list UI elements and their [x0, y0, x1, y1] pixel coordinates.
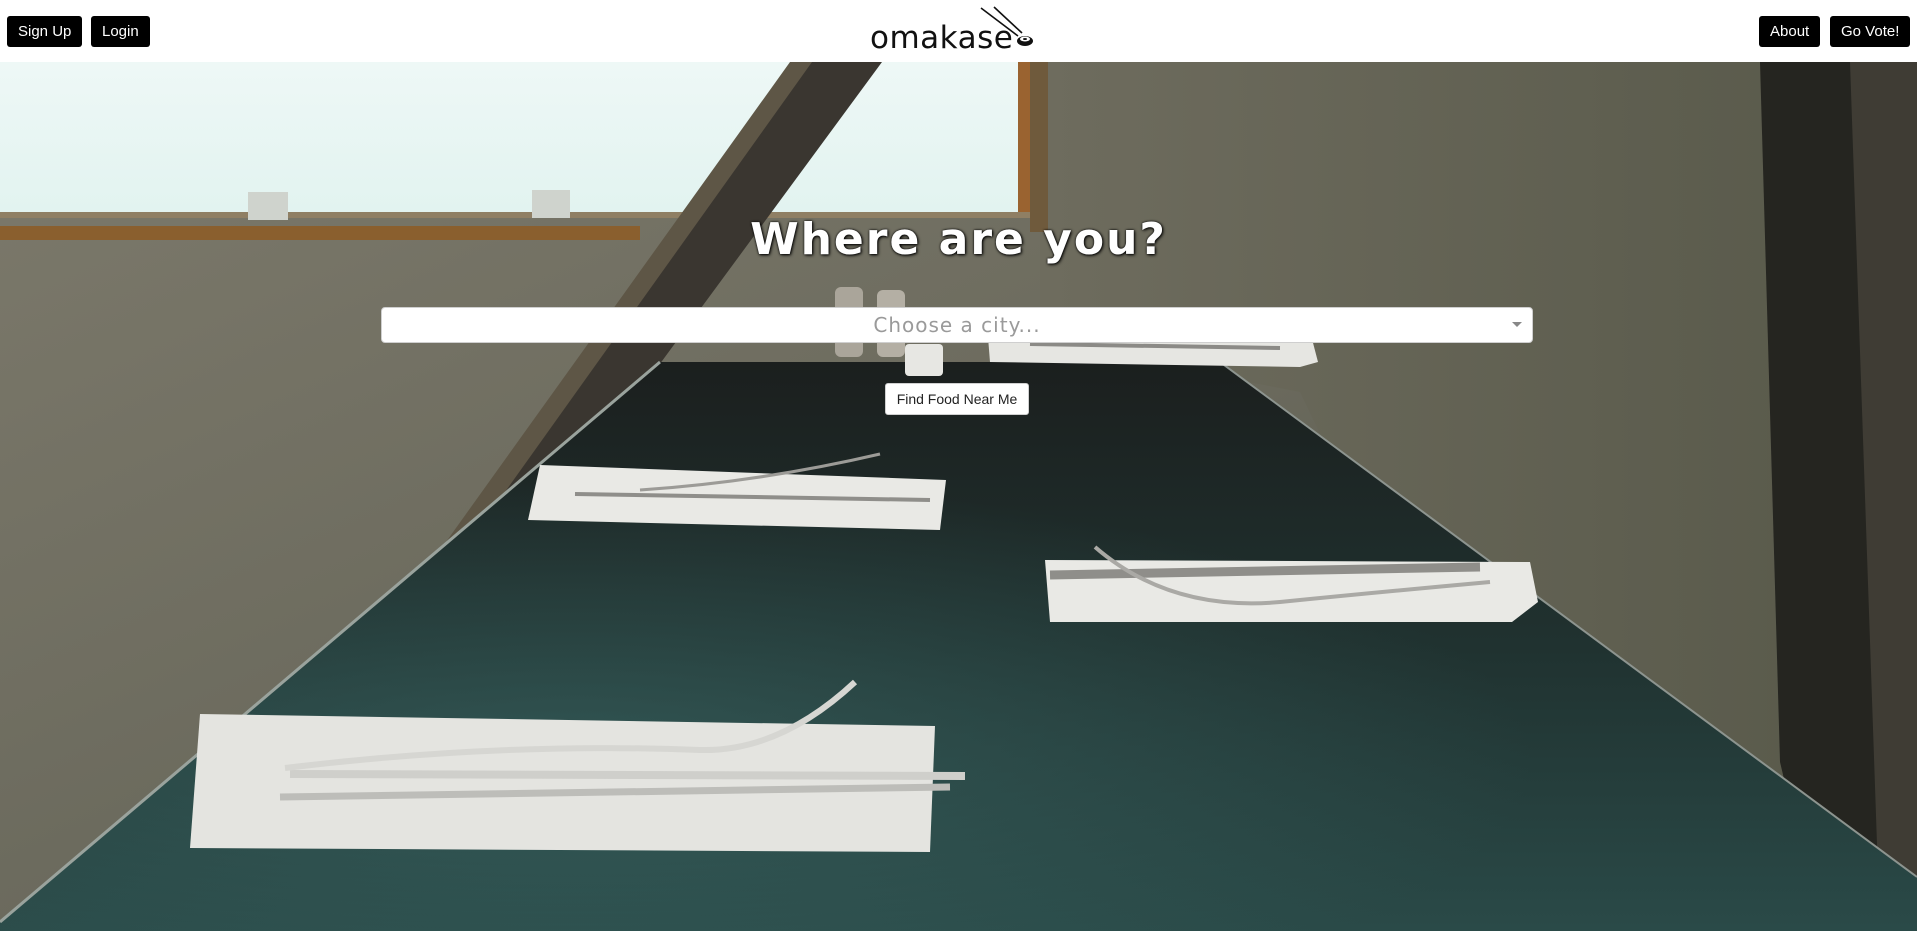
restaurant-table-photo: [0, 62, 1917, 931]
find-food-near-me-button[interactable]: Find Food Near Me: [885, 383, 1029, 415]
city-select-placeholder: Choose a city...: [873, 313, 1041, 337]
omakase-logo[interactable]: omakase: [870, 6, 1050, 56]
login-button[interactable]: Login: [91, 16, 150, 47]
where-are-you-heading: Where are you?: [750, 214, 1167, 265]
signup-button[interactable]: Sign Up: [7, 16, 83, 47]
about-button[interactable]: About: [1759, 16, 1821, 47]
chevron-down-icon[interactable]: [1512, 322, 1522, 327]
top-navbar: Sign Up Login omakase About Go Vote!: [0, 0, 1917, 62]
hero-section: Where are you? Choose a city... Find Foo…: [0, 62, 1917, 931]
chopsticks-sushi-icon: [980, 6, 1033, 46]
city-select-dropdown[interactable]: Choose a city...: [381, 307, 1533, 343]
go-vote-button[interactable]: Go Vote!: [1830, 16, 1911, 47]
